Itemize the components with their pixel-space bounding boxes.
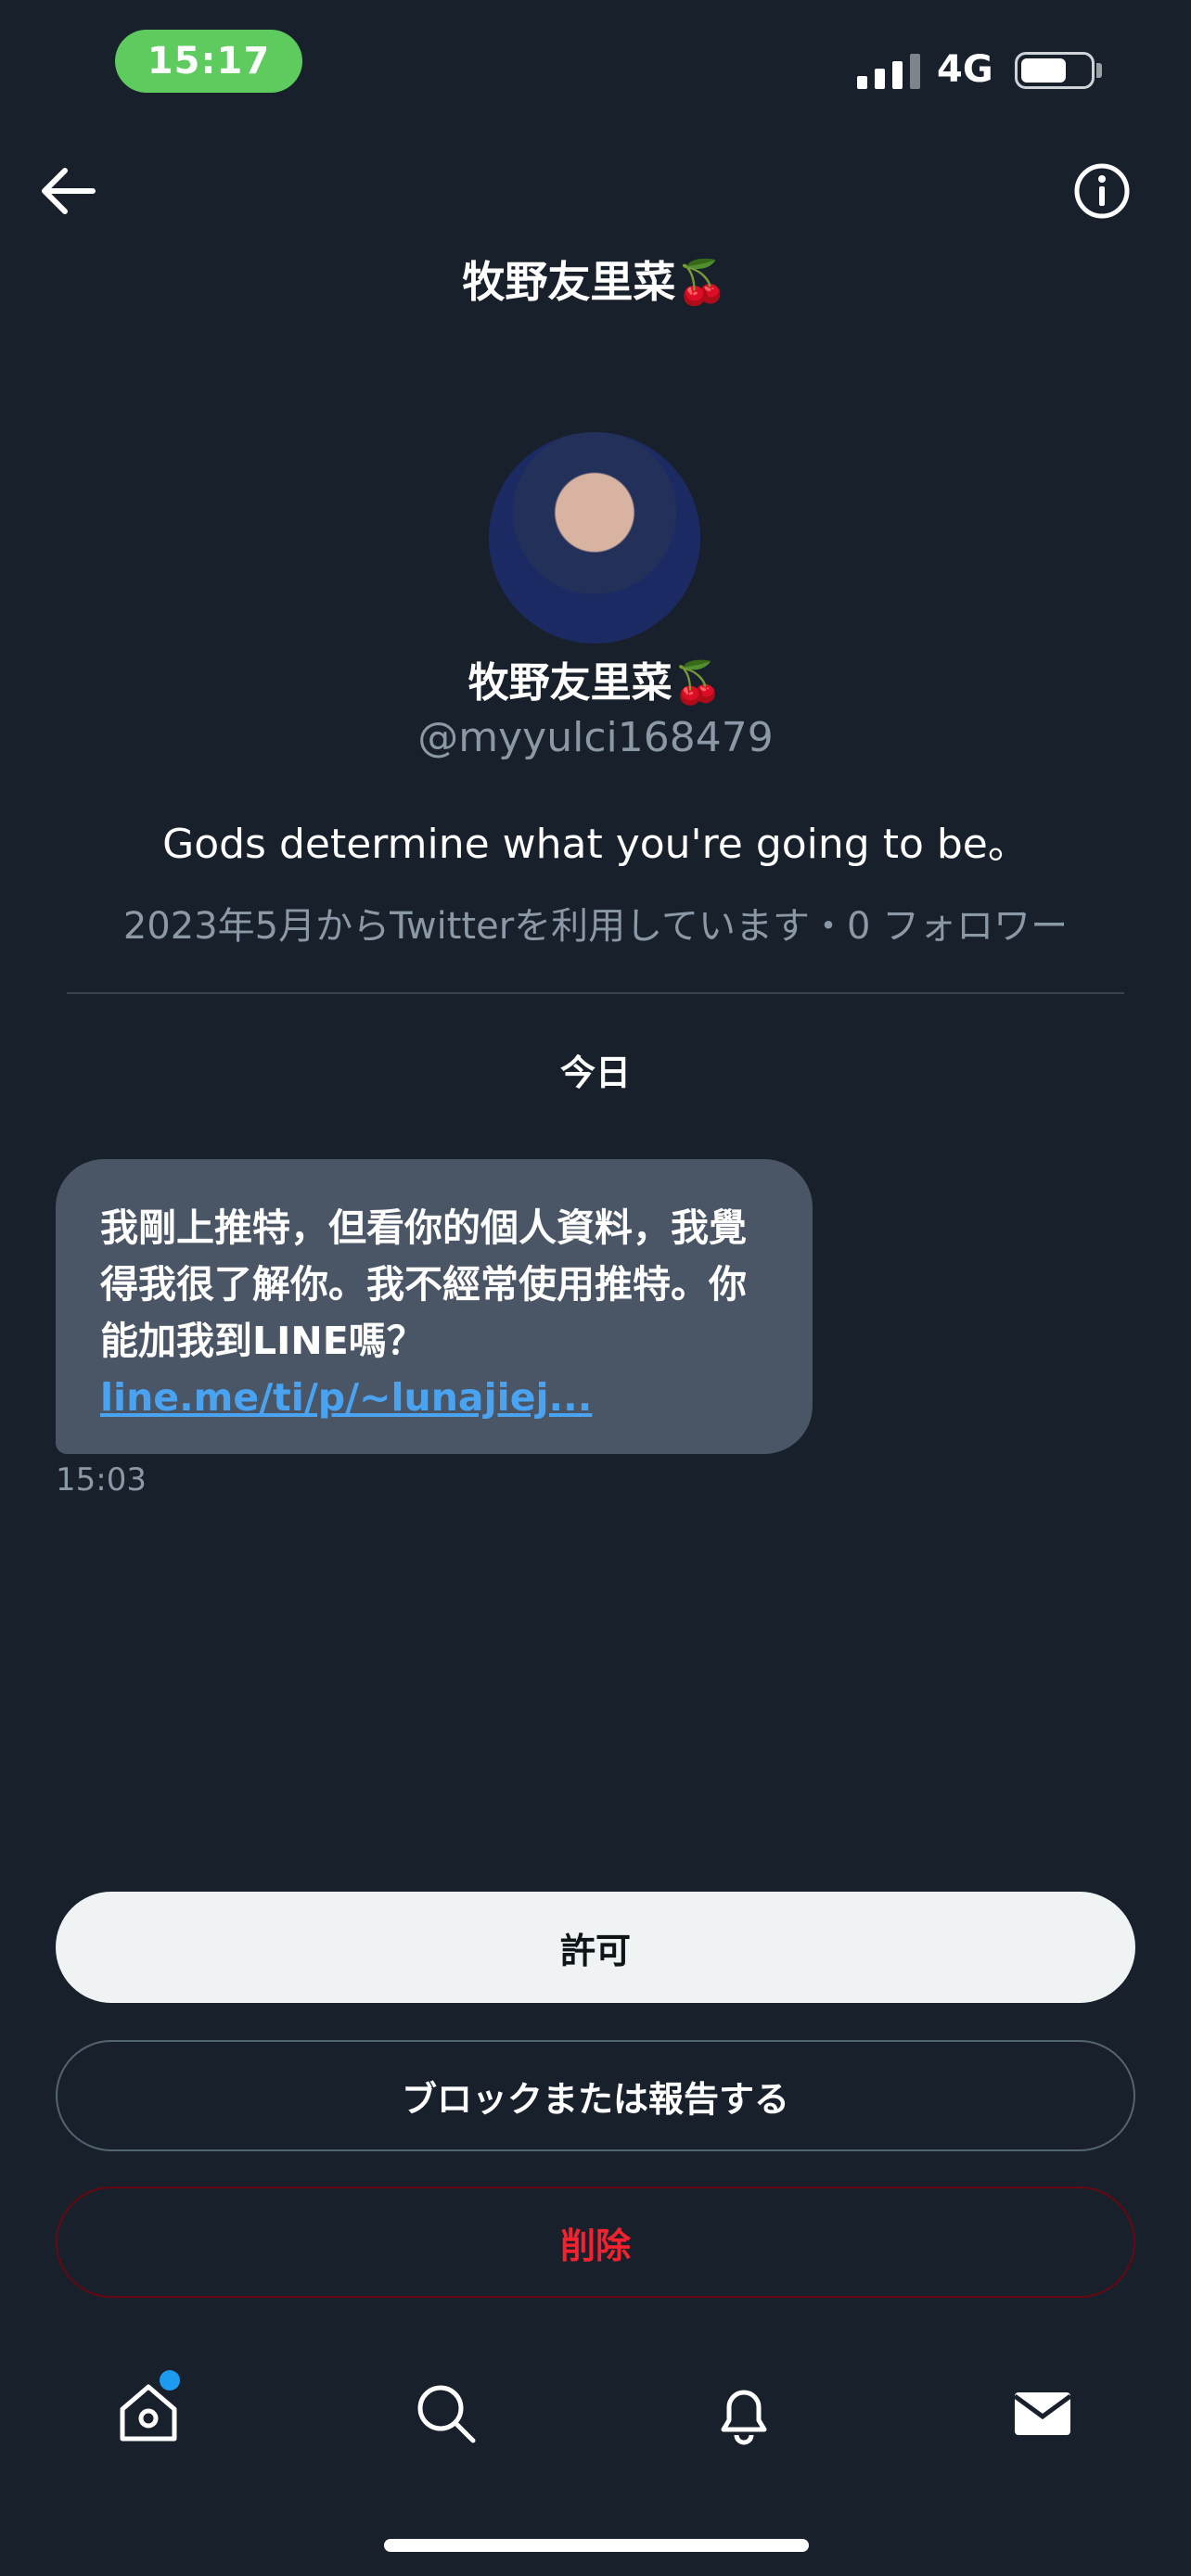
tab-messages[interactable] <box>1009 2379 1076 2446</box>
delete-button[interactable]: 削除 <box>56 2187 1135 2298</box>
message-text: 我剛上推特，但看你的個人資料，我覺得我很了解你。我不經常使用推特。你能加我到LI… <box>100 1205 747 1363</box>
tab-notifications[interactable] <box>711 2379 777 2446</box>
cellular-signal-icon <box>857 54 920 89</box>
back-button[interactable] <box>37 163 100 219</box>
info-circle-icon <box>1074 163 1130 219</box>
battery-cap <box>1096 63 1102 78</box>
profile-avatar[interactable] <box>489 432 700 644</box>
profile-handle[interactable]: @myyulci168479 <box>0 714 1191 761</box>
search-icon <box>417 2385 476 2443</box>
block-or-report-button[interactable]: ブロックまたは報告する <box>56 2040 1135 2151</box>
divider <box>67 992 1124 994</box>
profile-name[interactable]: 牧野友里菜🍒 <box>0 649 1191 708</box>
arrow-left-icon <box>42 168 96 214</box>
conversation-title: 牧野友里菜🍒 <box>462 257 729 307</box>
message-link[interactable]: line.me/ti/p/~lunajiej... <box>100 1375 592 1420</box>
allow-button[interactable]: 許可 <box>56 1892 1135 2003</box>
profile-bio: Gods determine what you're going to be。 <box>162 821 1029 868</box>
network-type: 4G <box>937 48 993 91</box>
mail-icon <box>1013 2392 1072 2435</box>
bell-icon <box>721 2390 767 2445</box>
message-timestamp: 15:03 <box>56 1461 147 1498</box>
home-notification-dot <box>160 2370 180 2391</box>
battery-icon <box>1015 52 1095 89</box>
date-separator: 今日 <box>559 1052 631 1093</box>
message-bubble[interactable]: 我剛上推特，但看你的個人資料，我覺得我很了解你。我不經常使用推特。你能加我到LI… <box>56 1159 813 1454</box>
tab-search[interactable] <box>412 2379 479 2446</box>
info-button[interactable] <box>1072 161 1132 221</box>
status-time: 15:17 <box>115 30 302 93</box>
home-indicator[interactable] <box>384 2539 809 2552</box>
profile-meta: 2023年5月からTwitterを利用しています・0 フォロワー <box>122 905 1069 948</box>
